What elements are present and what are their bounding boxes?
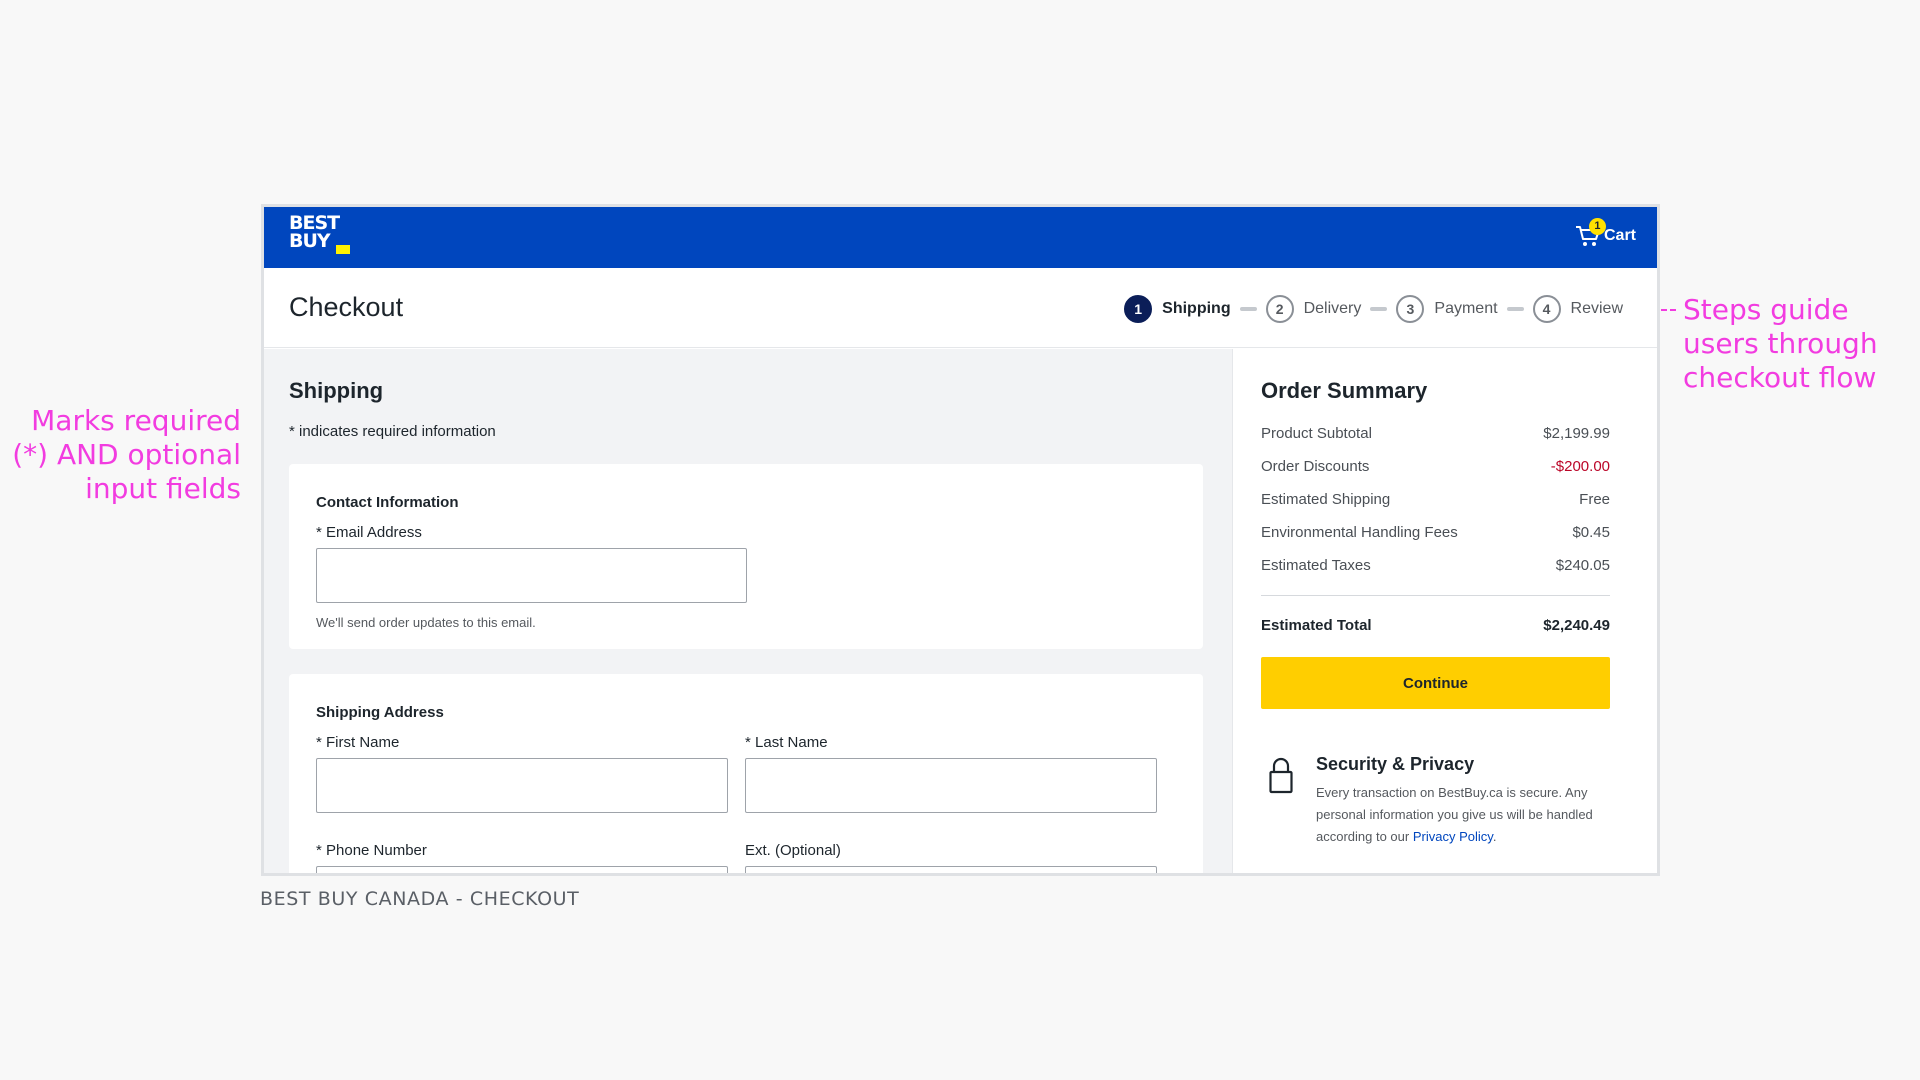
step-number: 4 bbox=[1532, 295, 1561, 323]
logo-line-2: BUY bbox=[289, 230, 331, 252]
top-nav-bar: BEST BUY 1 Cart bbox=[264, 207, 1657, 268]
shipping-form-pane: Shipping * indicates required informatio… bbox=[264, 349, 1233, 873]
step-delivery[interactable]: 2 Delivery bbox=[1265, 295, 1362, 323]
phone-number-label: * Phone Number bbox=[316, 842, 427, 859]
email-input[interactable] bbox=[316, 548, 747, 603]
summary-row-taxes: Estimated Taxes $240.05 bbox=[1261, 557, 1610, 574]
summary-divider bbox=[1261, 595, 1610, 596]
summary-row-subtotal: Product Subtotal $2,199.99 bbox=[1261, 425, 1610, 442]
total-value: $2,240.49 bbox=[1543, 617, 1610, 634]
summary-total-row: Estimated Total $2,240.49 bbox=[1261, 617, 1610, 634]
summary-row-label: Order Discounts bbox=[1261, 458, 1370, 475]
page-title: Checkout bbox=[289, 292, 404, 322]
step-label: Review bbox=[1570, 300, 1623, 317]
summary-row-discounts: Order Discounts -$200.00 bbox=[1261, 458, 1610, 475]
cart-icon: 1 bbox=[1574, 218, 1606, 251]
summary-row-value: $2,199.99 bbox=[1543, 425, 1610, 442]
step-shipping[interactable]: 1 Shipping bbox=[1124, 295, 1231, 323]
step-separator bbox=[1370, 307, 1388, 311]
order-summary-pane: Order Summary Product Subtotal $2,199.99… bbox=[1234, 349, 1657, 873]
step-number: 1 bbox=[1124, 295, 1153, 323]
last-name-input[interactable] bbox=[745, 758, 1157, 813]
security-title: Security & Privacy bbox=[1316, 754, 1475, 774]
best-buy-logo[interactable]: BEST BUY bbox=[289, 214, 350, 254]
summary-row-ehf: Environmental Handling Fees $0.45 bbox=[1261, 524, 1610, 541]
contact-information-card: Contact Information * Email Address We'l… bbox=[289, 464, 1203, 649]
checkout-header: Checkout 1 Shipping 2 Delivery 3 Payment… bbox=[264, 268, 1657, 348]
security-period: . bbox=[1492, 829, 1497, 844]
first-name-input[interactable] bbox=[316, 758, 728, 813]
address-card-title: Shipping Address bbox=[316, 704, 444, 721]
summary-row-value: Free bbox=[1579, 491, 1610, 508]
email-helper-text: We'll send order updates to this email. bbox=[316, 615, 536, 630]
contact-card-title: Contact Information bbox=[316, 494, 459, 511]
email-label: * Email Address bbox=[316, 524, 422, 541]
extension-input[interactable] bbox=[745, 866, 1157, 873]
step-number: 3 bbox=[1396, 295, 1425, 323]
step-label: Payment bbox=[1434, 300, 1498, 317]
step-label: Delivery bbox=[1303, 300, 1362, 317]
summary-row-label: Estimated Taxes bbox=[1261, 557, 1371, 574]
step-payment[interactable]: 3 Payment bbox=[1396, 295, 1498, 323]
step-separator bbox=[1239, 307, 1257, 311]
logo-tag-icon bbox=[336, 245, 350, 254]
figure-caption: BEST BUY CANADA - CHECKOUT bbox=[260, 888, 580, 910]
summary-row-value: -$200.00 bbox=[1550, 458, 1610, 475]
annotation-steps: Steps guide users through checkout flow bbox=[1683, 293, 1878, 394]
lock-icon bbox=[1269, 756, 1293, 794]
shipping-section-title: Shipping bbox=[289, 378, 384, 403]
summary-row-value: $240.05 bbox=[1555, 557, 1610, 574]
security-text: Every transaction on BestBuy.ca is secur… bbox=[1316, 782, 1616, 848]
checkout-steps: 1 Shipping 2 Delivery 3 Payment 4 Review bbox=[1124, 295, 1623, 323]
summary-row-label: Estimated Shipping bbox=[1261, 491, 1391, 508]
summary-row-label: Product Subtotal bbox=[1261, 425, 1372, 442]
extension-label: Ext. (Optional) bbox=[745, 842, 841, 859]
last-name-label: * Last Name bbox=[745, 734, 828, 751]
order-summary-title: Order Summary bbox=[1261, 378, 1428, 403]
required-note: * indicates required information bbox=[289, 423, 496, 440]
checkout-window: BEST BUY 1 Cart Checkout 1 Shipping 2 De… bbox=[261, 204, 1660, 876]
step-number: 2 bbox=[1265, 295, 1294, 323]
shipping-address-card: Shipping Address * First Name * Last Nam… bbox=[289, 674, 1203, 873]
total-label: Estimated Total bbox=[1261, 617, 1372, 634]
summary-row-value: $0.45 bbox=[1572, 524, 1610, 541]
first-name-label: * First Name bbox=[316, 734, 400, 751]
continue-button[interactable]: Continue bbox=[1261, 657, 1610, 709]
privacy-policy-link[interactable]: Privacy Policy bbox=[1413, 829, 1493, 844]
cart-count-badge: 1 bbox=[1588, 218, 1606, 235]
annotation-required-fields: Marks required (*) AND optional input fi… bbox=[12, 404, 241, 505]
summary-row-shipping: Estimated Shipping Free bbox=[1261, 491, 1610, 508]
step-label: Shipping bbox=[1162, 300, 1231, 317]
step-review[interactable]: 4 Review bbox=[1532, 295, 1623, 323]
summary-row-label: Environmental Handling Fees bbox=[1261, 524, 1458, 541]
cart-label: Cart bbox=[1603, 227, 1636, 244]
cart-button[interactable]: 1 Cart bbox=[1574, 218, 1636, 251]
step-separator bbox=[1506, 307, 1524, 311]
phone-number-input[interactable] bbox=[316, 866, 728, 873]
